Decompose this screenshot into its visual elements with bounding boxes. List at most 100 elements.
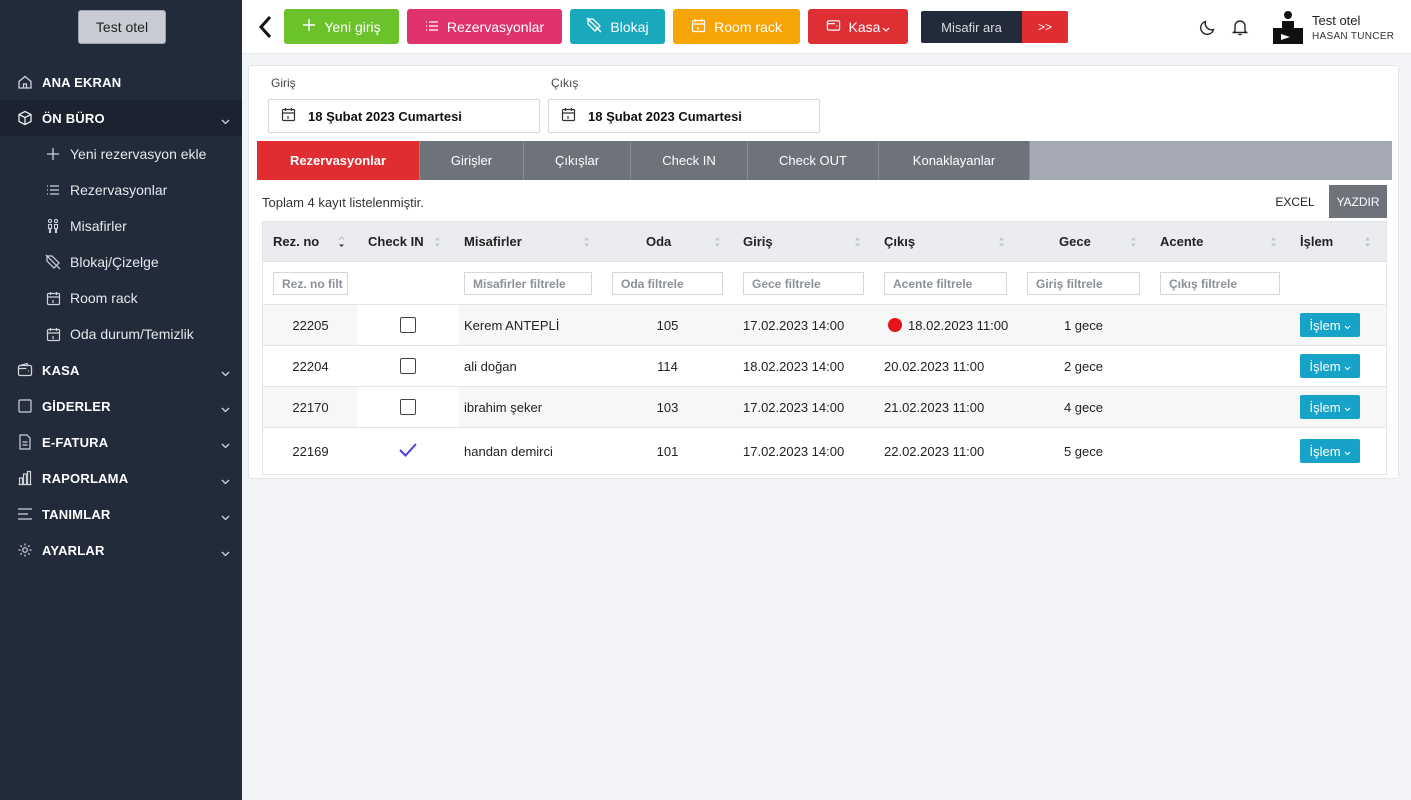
sort-desc-icon[interactable] bbox=[338, 236, 345, 251]
chevron-down-icon bbox=[1344, 444, 1351, 459]
bar-chart-icon bbox=[16, 469, 34, 487]
sidebar-subitem-room-rack[interactable]: Room rack bbox=[0, 280, 242, 316]
cell-checkin: 17.02.2023 14:00 bbox=[743, 399, 845, 415]
reservations-button[interactable]: Rezervasyonlar bbox=[407, 9, 562, 44]
col-header-oda[interactable]: Oda bbox=[646, 222, 671, 261]
checkout-date-picker[interactable]: 18 Şubat 2023 Cumartesi bbox=[548, 99, 820, 133]
check-in-checkbox[interactable] bbox=[400, 358, 416, 374]
sidebar-subitem-yeni-rezervasyon[interactable]: Yeni rezervasyon ekle bbox=[0, 136, 242, 172]
row-action-button[interactable]: İşlem bbox=[1300, 313, 1360, 337]
guests-filter-input[interactable] bbox=[464, 272, 592, 295]
col-header-check-in[interactable]: Check IN bbox=[368, 222, 424, 261]
sidebar-subitem-label: Room rack bbox=[70, 290, 138, 306]
reservations-table: Rez. no Check IN Misafirler Oda Giriş Çı… bbox=[262, 221, 1387, 475]
tab-check-in[interactable]: Check IN bbox=[631, 141, 748, 180]
cell-rez-no: 22204 bbox=[292, 358, 329, 374]
sort-icon[interactable] bbox=[998, 236, 1005, 251]
cell-rez-no: 22205 bbox=[292, 317, 329, 333]
wallet-icon bbox=[16, 361, 34, 379]
sort-icon[interactable] bbox=[1130, 236, 1137, 251]
user-profile[interactable]: Test otel HASAN TUNCER bbox=[1272, 8, 1402, 46]
room-rack-button[interactable]: Room rack bbox=[673, 9, 800, 44]
excel-export-button[interactable]: EXCEL bbox=[1261, 185, 1329, 218]
room-filter-input[interactable] bbox=[612, 272, 723, 295]
agency-filter-input[interactable] bbox=[884, 272, 1007, 295]
rez-no-filter-input[interactable] bbox=[273, 272, 348, 295]
action-label: İşlem bbox=[1309, 399, 1341, 415]
col-header-giris[interactable]: Giriş bbox=[743, 222, 773, 261]
cell-check-in bbox=[358, 346, 458, 386]
checkin-date-picker[interactable]: 18 Şubat 2023 Cumartesi bbox=[268, 99, 540, 133]
sidebar-item-on-buro[interactable]: ÖN BÜRO bbox=[0, 100, 242, 136]
sort-icon[interactable] bbox=[1270, 236, 1277, 251]
row-action-button[interactable]: İşlem bbox=[1300, 395, 1360, 419]
col-header-islem[interactable]: İşlem bbox=[1300, 222, 1333, 261]
sidebar-item-raporlama[interactable]: RAPORLAMA bbox=[0, 460, 242, 496]
sort-icon[interactable] bbox=[1364, 236, 1371, 251]
sidebar-subitem-rezervasyonlar[interactable]: Rezervasyonlar bbox=[0, 172, 242, 208]
print-button[interactable]: YAZDIR bbox=[1329, 185, 1387, 218]
tab-rezervasyonlar[interactable]: Rezervasyonlar bbox=[257, 141, 420, 180]
sidebar-item-kasa[interactable]: KASA bbox=[0, 352, 242, 388]
table-header-row: Rez. no Check IN Misafirler Oda Giriş Çı… bbox=[263, 222, 1386, 262]
checkmark-icon[interactable] bbox=[398, 442, 418, 461]
gear-icon bbox=[16, 541, 34, 559]
sidebar-item-ana-ekran[interactable]: ANA EKRAN bbox=[0, 64, 242, 100]
tab-check-out[interactable]: Check OUT bbox=[748, 141, 879, 180]
new-checkin-button[interactable]: Yeni giriş bbox=[284, 9, 399, 44]
top-bar: Yeni giriş Rezervasyonlar Blokaj Room ra… bbox=[242, 0, 1411, 54]
sidebar-subitem-label: Misafirler bbox=[70, 218, 127, 234]
sort-icon[interactable] bbox=[714, 236, 721, 251]
sidebar-subitem-misafirler[interactable]: Misafirler bbox=[0, 208, 242, 244]
hotel-select-button[interactable]: Test otel bbox=[78, 10, 166, 44]
sidebar-item-label: E-FATURA bbox=[42, 434, 109, 450]
sort-icon[interactable] bbox=[854, 236, 861, 251]
check-in-checkbox[interactable] bbox=[400, 317, 416, 333]
kasa-dropdown-button[interactable]: Kasa bbox=[808, 9, 908, 44]
plus-icon bbox=[44, 145, 62, 163]
cell-checkout: 20.02.2023 11:00 bbox=[884, 358, 985, 374]
tab-cikislar[interactable]: Çıkışlar bbox=[524, 141, 631, 180]
guest-search-go-button[interactable]: >> bbox=[1022, 11, 1068, 43]
checkin-filter-input[interactable] bbox=[1027, 272, 1140, 295]
sidebar-subitem-blokaj[interactable]: Blokaj/Çizelge bbox=[0, 244, 242, 280]
tab-girisler[interactable]: Girişler bbox=[420, 141, 524, 180]
col-header-cikis[interactable]: Çıkış bbox=[884, 222, 915, 261]
checkout-date-value: 18 Şubat 2023 Cumartesi bbox=[588, 108, 742, 124]
header-label: Gece bbox=[1059, 234, 1091, 249]
back-chevron-icon[interactable] bbox=[256, 12, 276, 42]
col-header-acente[interactable]: Acente bbox=[1160, 222, 1203, 261]
sort-icon[interactable] bbox=[434, 236, 441, 251]
chevron-down-icon bbox=[221, 437, 230, 452]
tab-konaklayanlar[interactable]: Konaklayanlar bbox=[879, 141, 1030, 180]
moon-icon[interactable] bbox=[1197, 16, 1219, 38]
sort-icon[interactable] bbox=[583, 236, 590, 251]
tab-bar: Rezervasyonlar Girişler Çıkışlar Check I… bbox=[257, 141, 1392, 180]
calendar-icon bbox=[691, 18, 706, 36]
sidebar-subitem-oda-durum[interactable]: Oda durum/Temizlik bbox=[0, 316, 242, 352]
action-label: İşlem bbox=[1309, 358, 1341, 374]
sidebar-item-giderler[interactable]: GİDERLER bbox=[0, 388, 242, 424]
row-action-button[interactable]: İşlem bbox=[1300, 439, 1360, 463]
people-icon bbox=[44, 217, 62, 235]
table-row[interactable]: 22170 ibrahim şeker 103 17.02.2023 14:00… bbox=[263, 387, 1386, 428]
col-header-rez-no[interactable]: Rez. no bbox=[273, 222, 319, 261]
sidebar-item-e-fatura[interactable]: E-FATURA bbox=[0, 424, 242, 460]
sidebar-item-ayarlar[interactable]: AYARLAR bbox=[0, 532, 242, 568]
table-row[interactable]: 22205 Kerem ANTEPLİ 105 17.02.2023 14:00… bbox=[263, 305, 1386, 346]
sidebar-item-tanimlar[interactable]: TANIMLAR bbox=[0, 496, 242, 532]
table-row[interactable]: 22169 handan demirci 101 17.02.2023 14:0… bbox=[263, 428, 1386, 474]
chevron-down-icon bbox=[221, 545, 230, 560]
alert-dot-icon bbox=[888, 318, 902, 332]
checkout-filter-input[interactable] bbox=[1160, 272, 1280, 295]
check-in-checkbox[interactable] bbox=[400, 399, 416, 415]
guest-search-input[interactable]: Misafir ara bbox=[921, 11, 1022, 43]
list-icon bbox=[425, 19, 439, 35]
col-header-misafirler[interactable]: Misafirler bbox=[464, 222, 522, 261]
row-action-button[interactable]: İşlem bbox=[1300, 354, 1360, 378]
bell-icon[interactable] bbox=[1229, 16, 1251, 38]
table-row[interactable]: 22204 ali doğan 114 18.02.2023 14:00 20.… bbox=[263, 346, 1386, 387]
nights-filter-input[interactable] bbox=[743, 272, 864, 295]
col-header-gece[interactable]: Gece bbox=[1059, 222, 1091, 261]
blokaj-button[interactable]: Blokaj bbox=[570, 9, 665, 44]
